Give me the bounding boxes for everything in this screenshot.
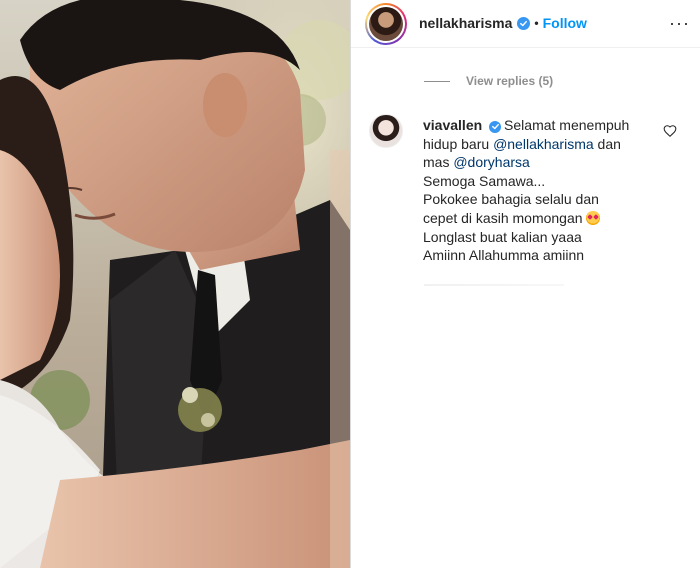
commenter-username[interactable]: viavallen [423, 117, 482, 133]
author-avatar[interactable] [365, 3, 407, 45]
comment-body: viavallen Selamat menempuh hidup baru @n… [423, 116, 663, 265]
comment-line-3: mas @doryharsa [423, 153, 663, 172]
comment-line-7: Longlast buat kalian yaaa [423, 228, 582, 245]
replies-line [424, 80, 450, 82]
comment-line-5: Pokokee bahagia selalu dan [423, 191, 599, 208]
view-replies-label: View replies (5) [466, 74, 554, 88]
comment-text: Selamat menempuh [504, 117, 630, 133]
post-side-panel: nellakharisma • Follow ··· View replies … [351, 0, 700, 568]
comment-text: dan [593, 135, 621, 152]
like-comment-heart-icon[interactable] [663, 124, 677, 138]
comment-text: cepet di kasih momongan [423, 209, 583, 226]
follow-button[interactable]: Follow [543, 15, 587, 31]
comment-line-2: hidup baru @nellakharisma dan [423, 135, 663, 154]
avatar-inner [367, 5, 405, 43]
heart-eyes-face-icon [586, 210, 601, 225]
view-replies-button[interactable]: View replies (5) [424, 74, 553, 88]
mention-link[interactable]: @nellakharisma [493, 136, 594, 152]
comment-line-4: Semoga Samawa... [423, 172, 546, 189]
comment-text: hidup baru [423, 135, 494, 152]
author-username[interactable]: nellakharisma [419, 15, 512, 31]
author-info: nellakharisma • Follow [419, 15, 587, 31]
load-more-placeholder [424, 284, 564, 286]
post-media[interactable] [0, 0, 350, 568]
commenter-verified-icon [489, 120, 502, 133]
mention-link[interactable]: @doryharsa [453, 154, 529, 170]
wedding-photo [0, 0, 350, 568]
avatar-image [369, 7, 403, 41]
post-header: nellakharisma • Follow ··· [351, 0, 700, 48]
comment-line-1: viavallen Selamat menempuh [423, 116, 663, 135]
comment-text: mas [423, 154, 454, 171]
verified-badge-icon [517, 16, 531, 30]
commenter-avatar[interactable] [369, 114, 403, 148]
more-options-icon[interactable]: ··· [669, 14, 690, 32]
comment-line-8: Amiinn Allahumma amiinn [423, 247, 585, 264]
comment-line-6: cepet di kasih momongan [423, 209, 663, 228]
separator-dot: • [534, 16, 539, 30]
